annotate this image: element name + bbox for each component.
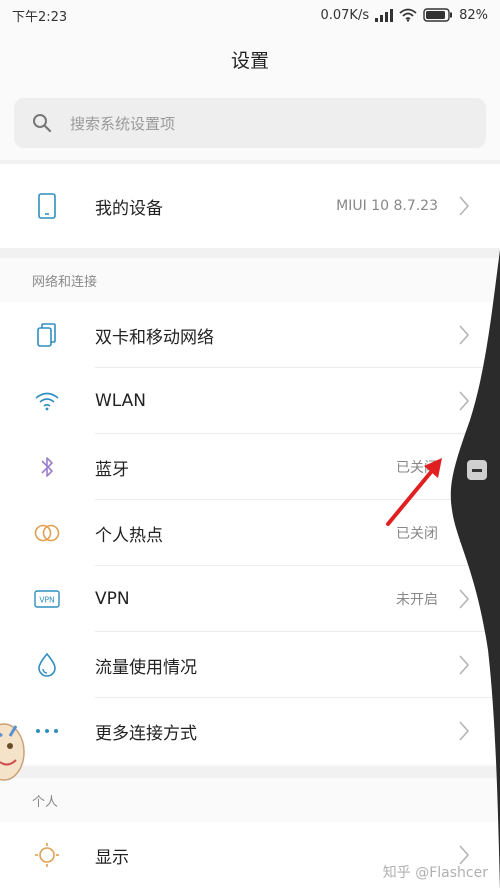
watermark: 知乎 @Flashcer bbox=[382, 865, 488, 881]
dual-sim-icon bbox=[32, 320, 62, 350]
item-label: 流量使用情况 bbox=[95, 657, 197, 678]
item-status: 未开启 bbox=[396, 592, 438, 608]
hotspot-icon bbox=[32, 518, 62, 548]
list-item-wlan[interactable]: WLAN bbox=[0, 368, 500, 434]
section-header-network: 网络和连接 bbox=[0, 258, 500, 302]
page-title: 设置 bbox=[230, 50, 269, 72]
vpn-icon-text: VPN bbox=[39, 596, 54, 605]
search-icon bbox=[33, 114, 52, 133]
list-item-dual-sim[interactable]: 双卡和移动网络 bbox=[0, 302, 500, 368]
vpn-icon: VPN bbox=[32, 584, 62, 614]
divider bbox=[0, 766, 500, 778]
item-label: 个人热点 bbox=[95, 525, 163, 546]
sidebar-handle[interactable] bbox=[467, 460, 487, 480]
cellular-signal-icon bbox=[375, 8, 394, 22]
device-group: 我的设备 MIUI 10 8.7.23 bbox=[0, 164, 500, 248]
my-device-version: MIUI 10 8.7.23 bbox=[336, 198, 438, 214]
status-bar: 下午2:23 0.07K/s 82% bbox=[0, 0, 500, 30]
chevron-right-icon bbox=[459, 196, 470, 216]
more-icon bbox=[32, 716, 62, 746]
wifi-icon bbox=[32, 386, 62, 416]
divider bbox=[0, 248, 500, 258]
my-device-label: 我的设备 bbox=[95, 198, 163, 219]
network-list: 双卡和移动网络 WLAN 蓝牙 已关闭 个人热点 已关闭 VPN VPN 未开启 bbox=[0, 302, 500, 764]
phone-icon bbox=[32, 191, 62, 221]
wifi-status-icon bbox=[399, 8, 417, 22]
search-input[interactable]: 搜索系统设置项 bbox=[14, 98, 486, 148]
quick-ball-sidebar[interactable] bbox=[440, 250, 500, 888]
status-time: 下午2:23 bbox=[12, 9, 68, 25]
list-item-vpn[interactable]: VPN VPN 未开启 bbox=[0, 566, 500, 632]
item-label: 显示 bbox=[95, 847, 129, 868]
section-header-personal: 个人 bbox=[0, 778, 500, 822]
bluetooth-icon bbox=[32, 452, 62, 482]
list-item-data-usage[interactable]: 流量使用情况 bbox=[0, 632, 500, 698]
display-icon bbox=[32, 840, 62, 870]
search-placeholder: 搜索系统设置项 bbox=[70, 114, 176, 133]
item-label: WLAN bbox=[95, 391, 147, 411]
my-device-item[interactable]: 我的设备 MIUI 10 8.7.23 bbox=[0, 164, 500, 248]
list-item-more-connections[interactable]: 更多连接方式 bbox=[0, 698, 500, 764]
item-label: VPN bbox=[95, 589, 130, 609]
red-arrow-annotation bbox=[386, 458, 442, 526]
item-label: 更多连接方式 bbox=[95, 723, 197, 744]
network-speed: 0.07K/s bbox=[320, 7, 370, 23]
battery-icon bbox=[423, 8, 453, 22]
item-label: 蓝牙 bbox=[95, 459, 129, 480]
battery-percent: 82% bbox=[459, 7, 488, 23]
data-usage-icon bbox=[32, 650, 62, 680]
mascot-sticker bbox=[0, 723, 25, 781]
item-label: 双卡和移动网络 bbox=[95, 327, 214, 348]
